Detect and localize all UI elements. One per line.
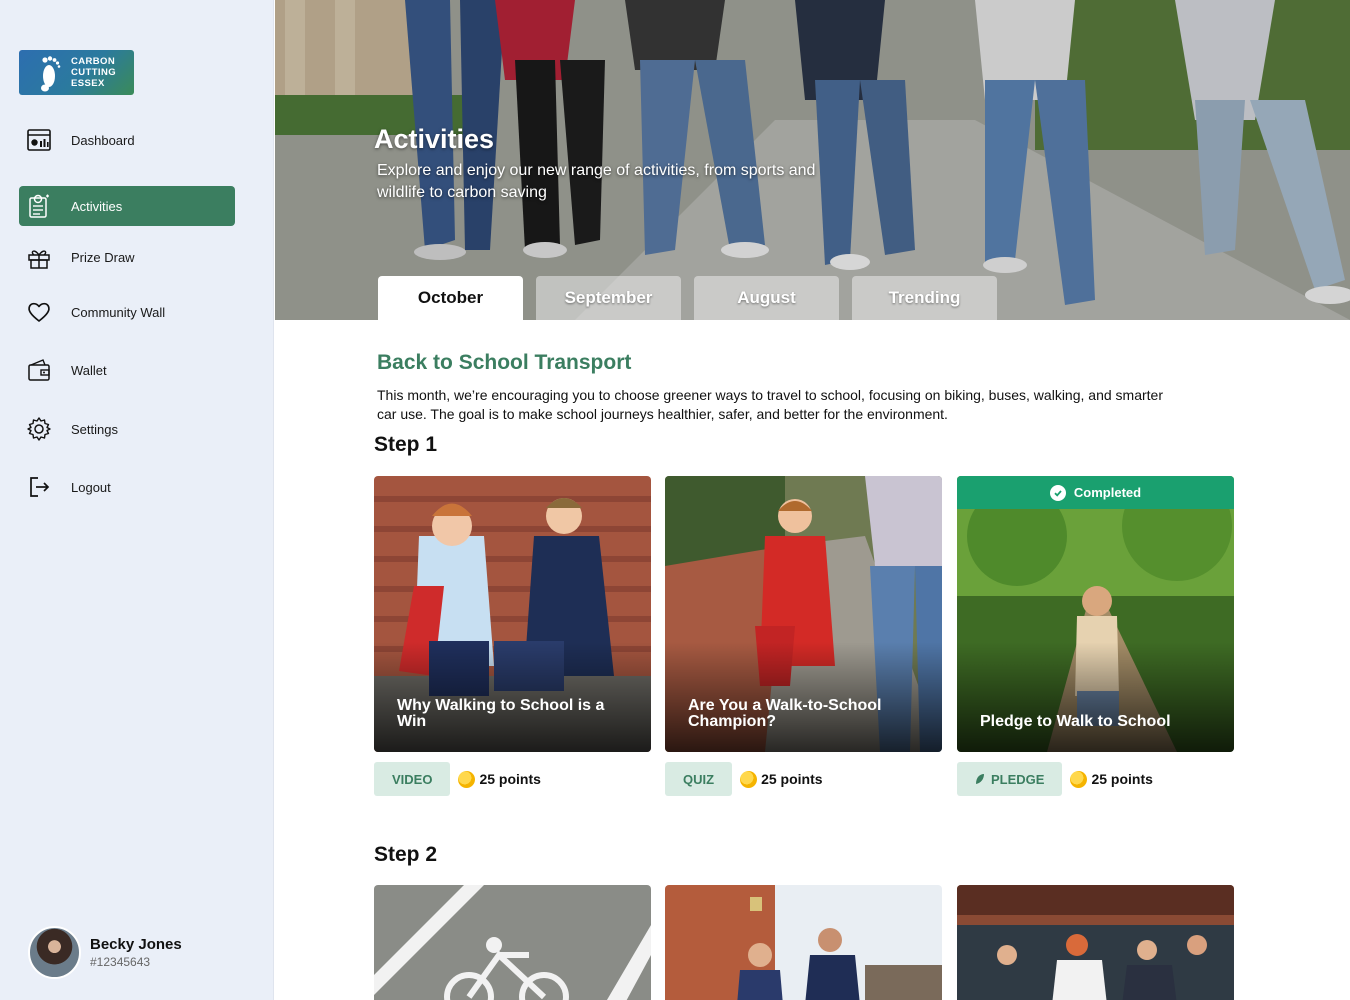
gear-icon [25, 415, 53, 443]
main-content: Back to School Transport This month, we’… [275, 320, 1350, 1000]
activity-type-badge: VIDEO [374, 762, 451, 796]
carbon-cutting-essex-logo[interactable]: CARBON CUTTING ESSEX [19, 50, 134, 95]
page-title: Activities [374, 124, 495, 154]
card-meta: PLEDGE 25 points [957, 762, 1153, 796]
page-subtitle: Explore and enjoy our new range of activ… [377, 162, 816, 201]
card-photo-bike-lane [374, 885, 651, 1000]
activity-card-pledge[interactable]: Completed Pledge to Walk to School [957, 476, 1234, 752]
activity-card-video[interactable]: Why Walking to School is a Win [374, 476, 651, 752]
sidebar-item-label: Logout [71, 479, 111, 495]
card-meta: QUIZ 25 points [665, 762, 823, 796]
section-title: Back to School Transport [377, 351, 632, 374]
sidebar-item-label: Dashboard [71, 132, 135, 148]
sidebar-item-label: Community Wall [71, 304, 166, 320]
card-photo-students-at-school [957, 885, 1234, 1000]
section-description: This month, we’re encouraging you to cho… [377, 387, 1163, 422]
sidebar-item-prize-draw[interactable]: Prize Draw [19, 237, 235, 277]
sidebar-item-dashboard[interactable]: Dashboard [19, 120, 235, 160]
card-meta: VIDEO 25 points [374, 762, 541, 796]
month-tabs: October September August Trending [378, 276, 1010, 320]
activity-card-cycling-students[interactable] [665, 885, 942, 1000]
activity-card-cycle-lane[interactable] [374, 885, 651, 1000]
footprint-icon [41, 55, 61, 91]
tab-september[interactable]: September [536, 276, 681, 320]
points-coin-icon [740, 770, 758, 788]
user-id: #12345643 [90, 955, 151, 969]
gift-box-icon [25, 243, 53, 271]
points-value: 25 points [1091, 771, 1153, 787]
activity-card-school-entrance[interactable] [957, 885, 1234, 1000]
logo-text-line: ESSEX [71, 78, 105, 89]
sidebar-item-label: Activities [71, 198, 123, 214]
leaf-icon [976, 774, 984, 784]
logout-icon [25, 473, 53, 501]
card-title: Are You a Walk-to-School Champion? [688, 697, 882, 730]
sidebar-item-label: Settings [71, 421, 118, 437]
logo-text-line: CUTTING [71, 67, 117, 78]
heart-icon [25, 298, 53, 326]
sidebar-item-label: Wallet [71, 362, 107, 378]
step-heading: Step 2 [374, 843, 438, 866]
sidebar-item-activities[interactable]: Activities [19, 186, 235, 226]
points-coin-icon [458, 770, 476, 788]
activities-icon [25, 192, 53, 220]
dashboard-icon [25, 126, 53, 154]
user-profile[interactable]: Becky Jones #12345643 [28, 926, 182, 979]
sidebar-item-settings[interactable]: Settings [19, 409, 235, 449]
logo-text-line: CARBON [71, 56, 116, 67]
sidebar-item-wallet[interactable]: Wallet [19, 350, 235, 390]
activity-type-label: PLEDGE [991, 771, 1045, 787]
completed-banner: Completed [957, 476, 1234, 509]
card-photo-students-cycling [665, 885, 942, 1000]
sidebar-item-community-wall[interactable]: Community Wall [19, 292, 235, 332]
avatar[interactable] [28, 926, 81, 979]
user-name: Becky Jones [90, 936, 182, 953]
card-title: Why Walking to School is a Win [397, 697, 605, 730]
wallet-icon [25, 356, 53, 384]
card-gradient [957, 642, 1234, 752]
completed-label: Completed [1073, 485, 1142, 500]
sidebar-item-logout[interactable]: Logout [19, 467, 235, 507]
activity-type-badge: QUIZ [665, 762, 733, 796]
points-coin-icon [1070, 770, 1088, 788]
tab-trending[interactable]: Trending [852, 276, 997, 320]
sidebar-item-label: Prize Draw [71, 249, 135, 265]
activity-type-badge: PLEDGE [957, 762, 1063, 796]
tab-august[interactable]: August [694, 276, 839, 320]
tab-october[interactable]: October [378, 276, 523, 320]
activity-card-quiz[interactable]: Are You a Walk-to-School Champion? [665, 476, 942, 752]
hero-banner: Activities Explore and enjoy our new ran… [275, 0, 1350, 320]
points-value: 25 points [479, 771, 541, 787]
card-title: Pledge to Walk to School [980, 713, 1171, 730]
check-circle-icon [1049, 484, 1066, 501]
sidebar: CARBON CUTTING ESSEX Dashboard Activitie… [0, 0, 274, 1000]
points-value: 25 points [761, 771, 823, 787]
step-heading: Step 1 [374, 433, 438, 456]
